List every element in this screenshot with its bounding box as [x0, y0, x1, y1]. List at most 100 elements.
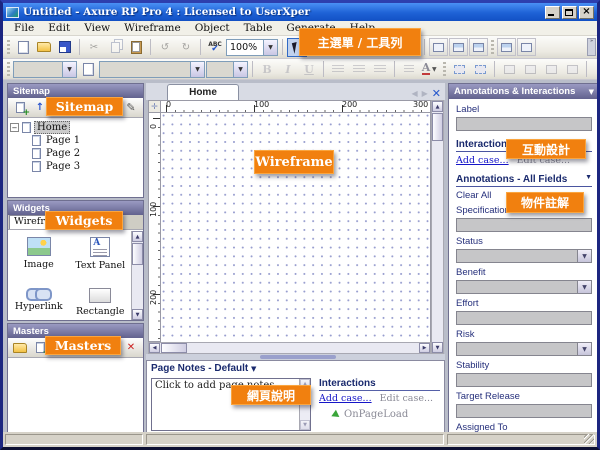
toolbar-grip[interactable]	[491, 40, 494, 55]
tab-home[interactable]: Home	[167, 84, 239, 100]
scroll-thumb[interactable]	[132, 243, 143, 265]
menu-object[interactable]: Object	[188, 22, 237, 34]
benefit-select[interactable]: ▼	[456, 280, 592, 294]
cut-button[interactable]: ✂	[84, 38, 104, 57]
widget-image[interactable]: Image	[11, 237, 67, 274]
zoom-combo[interactable]: 100% ▼	[226, 39, 278, 56]
tab-prev-icon[interactable]: ◀	[411, 89, 417, 98]
align-objects-button[interactable]: ⇤	[591, 60, 600, 79]
widget-rectangle[interactable]: Rectangle	[72, 288, 128, 320]
font-combo[interactable]: ▼	[99, 61, 205, 78]
table-options-button[interactable]	[517, 38, 536, 56]
edit-page-button[interactable]: ✎	[123, 100, 139, 115]
onpageload-event-row[interactable]: OnPageLoad	[333, 409, 440, 420]
resize-grip[interactable]	[584, 434, 594, 444]
toolbar-grip[interactable]	[7, 62, 10, 77]
apply-style-button[interactable]	[78, 60, 98, 79]
risk-select[interactable]: ▼	[456, 342, 592, 356]
tree-item-label[interactable]: Page 1	[44, 135, 82, 146]
send-to-back-button[interactable]	[520, 60, 540, 79]
add-case-link[interactable]: Add case...	[456, 155, 509, 166]
bullet-list-button[interactable]	[399, 60, 419, 79]
menu-file[interactable]: File	[7, 22, 41, 34]
scroll-up-button[interactable]: ▲	[132, 231, 143, 242]
collapse-arrow-icon[interactable]: ▼	[251, 365, 256, 373]
panel-state-button-2[interactable]	[449, 38, 468, 56]
underline-button[interactable]: U	[299, 60, 319, 79]
close-button[interactable]: ×	[579, 6, 594, 19]
canvas-horizontal-scrollbar[interactable]: ◀ ▶	[148, 342, 431, 354]
bold-button[interactable]: B	[257, 60, 277, 79]
tree-item-home[interactable]: − Home	[10, 121, 141, 134]
status-select[interactable]: ▼	[456, 249, 592, 263]
scroll-right-button[interactable]: ▶	[419, 343, 430, 353]
bring-to-front-button[interactable]	[499, 60, 519, 79]
stability-input[interactable]	[456, 373, 592, 387]
tree-item-page2[interactable]: Page 2	[32, 147, 141, 160]
masters-list[interactable]	[8, 358, 143, 434]
redo-button[interactable]: ↻	[176, 38, 196, 57]
expander-icon[interactable]: −	[10, 123, 19, 132]
splitter-handle[interactable]	[260, 355, 336, 359]
save-button[interactable]	[55, 38, 75, 57]
panel-state-button-3[interactable]	[469, 38, 488, 56]
dropdown-arrow-icon[interactable]: ▼	[577, 250, 591, 262]
page-notes-header[interactable]: Page Notes - Default ▼	[147, 361, 444, 375]
canvas-vertical-scrollbar[interactable]: ▲ ▼	[431, 100, 444, 354]
delete-master-button[interactable]: ✕	[123, 340, 139, 355]
target-release-input[interactable]	[456, 404, 592, 418]
menu-table[interactable]: Table	[237, 22, 280, 34]
align-right-button[interactable]	[370, 60, 390, 79]
specification-input[interactable]	[456, 218, 592, 232]
undo-button[interactable]: ↺	[155, 38, 175, 57]
panel-menu-arrow-icon[interactable]: ▼	[589, 88, 594, 96]
scroll-up-button[interactable]: ▲	[432, 101, 443, 112]
toolbar-grip[interactable]	[443, 62, 446, 77]
font-size-combo[interactable]: ▼	[206, 61, 248, 78]
style-combo[interactable]: ▼	[13, 61, 77, 78]
copy-button[interactable]	[105, 38, 125, 57]
effort-input[interactable]	[456, 311, 592, 325]
menu-wireframe[interactable]: Wireframe	[117, 22, 188, 34]
menu-view[interactable]: View	[77, 22, 117, 34]
paste-button[interactable]	[126, 38, 146, 57]
menu-edit[interactable]: Edit	[41, 22, 77, 34]
edit-case-link[interactable]: Edit case...	[380, 393, 433, 404]
scroll-down-button[interactable]: ▼	[300, 420, 310, 430]
tree-item-label[interactable]: Page 2	[44, 148, 82, 159]
open-button[interactable]	[34, 38, 54, 57]
tree-item-page3[interactable]: Page 3	[32, 160, 141, 173]
minimize-button[interactable]	[545, 6, 560, 19]
spell-check-button[interactable]: ABC✔	[205, 38, 225, 57]
group-button[interactable]	[449, 60, 469, 79]
toolbar-overflow-button[interactable]: »	[587, 38, 596, 56]
align-left-button[interactable]	[328, 60, 348, 79]
bring-forward-button[interactable]	[541, 60, 561, 79]
send-backward-button[interactable]	[562, 60, 582, 79]
widgets-scrollbar[interactable]: ▲ ▼	[131, 231, 143, 320]
ungroup-button[interactable]	[470, 60, 490, 79]
new-button[interactable]	[13, 38, 33, 57]
widget-text-panel[interactable]: A Text Panel	[72, 237, 128, 274]
maximize-button[interactable]	[562, 6, 577, 19]
widget-hyperlink[interactable]: Hyperlink	[11, 288, 67, 320]
scroll-thumb[interactable]	[432, 113, 443, 141]
tree-item-label[interactable]: Home	[34, 121, 70, 134]
dropdown-arrow-icon[interactable]: ▼	[577, 281, 591, 293]
tab-close-icon[interactable]: ✕	[432, 87, 441, 100]
align-center-button[interactable]	[349, 60, 369, 79]
insert-table-button[interactable]	[497, 38, 516, 56]
tab-next-icon[interactable]: ▶	[422, 89, 428, 98]
add-page-button[interactable]	[12, 100, 28, 115]
italic-button[interactable]: I	[278, 60, 298, 79]
zoom-dropdown-arrow[interactable]: ▼	[263, 40, 277, 55]
panel-state-button-1[interactable]	[429, 38, 448, 56]
wireframe-canvas[interactable]	[161, 113, 431, 342]
tree-item-page1[interactable]: Page 1	[32, 134, 141, 147]
toolbar-grip[interactable]	[7, 40, 10, 55]
label-input[interactable]	[456, 117, 592, 131]
dropdown-arrow-icon[interactable]: ▼	[577, 343, 591, 355]
font-color-arrow[interactable]: ▼	[430, 60, 438, 79]
scroll-down-button[interactable]: ▼	[132, 309, 143, 320]
fields-dropdown-icon[interactable]: ▼	[585, 174, 592, 181]
